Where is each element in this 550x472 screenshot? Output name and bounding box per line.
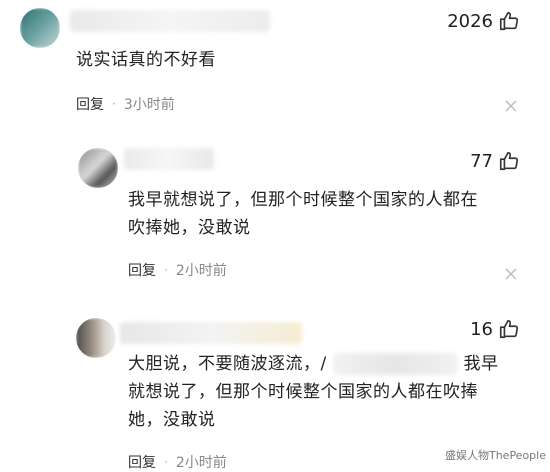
comment-text: 说实话真的不好看 xyxy=(76,46,216,74)
comment-3: 16 大胆说，不要随波逐流，/ 我早 就想说了，但那个时候整个国家的人都在吹捧 … xyxy=(0,310,550,471)
thumbs-up-icon[interactable] xyxy=(498,318,520,340)
timestamp: 2小时前 xyxy=(175,263,227,279)
comment-1: 2026 说实话真的不好看 回复 · 3小时前 xyxy=(0,0,550,125)
timestamp: 2小时前 xyxy=(175,455,227,471)
comment-meta: 回复 · 2小时前 xyxy=(128,260,227,280)
comment-text-line: 说实话真的不好看 xyxy=(76,50,216,70)
comment-text: 我早就想说了，但那个时候整个国家的人都在 吹捧她，没敢说 xyxy=(128,186,478,242)
username-redacted xyxy=(70,10,270,32)
avatar[interactable] xyxy=(76,318,116,358)
separator-dot: · xyxy=(112,97,116,111)
like-count[interactable]: 16 xyxy=(470,318,520,340)
watermark: 盛娱人物ThePeople xyxy=(444,449,546,462)
reply-button[interactable]: 回复 xyxy=(128,260,156,280)
username-redacted xyxy=(120,322,302,344)
like-count[interactable]: 77 xyxy=(470,150,520,172)
reply-button[interactable]: 回复 xyxy=(128,452,156,472)
comment-text-line: 大胆说，不要随波逐流，/ 我早 xyxy=(128,353,499,375)
comment-text-line: 她，没敢说 xyxy=(128,410,216,430)
like-count-value: 2026 xyxy=(447,10,493,32)
close-icon[interactable] xyxy=(504,98,518,112)
close-icon[interactable] xyxy=(504,266,518,280)
reply-button[interactable]: 回复 xyxy=(76,94,104,114)
comment-meta: 回复 · 2小时前 xyxy=(128,452,227,472)
comment-text: 大胆说，不要随波逐流，/ 我早 就想说了，但那个时候整个国家的人都在吹捧 她，没… xyxy=(128,350,528,434)
comment-meta: 回复 · 3小时前 xyxy=(76,94,175,114)
like-count[interactable]: 2026 xyxy=(447,10,520,32)
comment-text-line: 就想说了，但那个时候整个国家的人都在吹捧 xyxy=(128,382,478,402)
thumbs-up-icon[interactable] xyxy=(498,150,520,172)
comment-2: 77 我早就想说了，但那个时候整个国家的人都在 吹捧她，没敢说 回复 · 2小时… xyxy=(0,140,550,290)
separator-dot: · xyxy=(164,263,168,277)
comment-text-line: 吹捧她，没敢说 xyxy=(128,218,251,238)
comment-text-fragment: 我早 xyxy=(463,354,499,374)
redacted-text xyxy=(332,353,458,375)
username-redacted xyxy=(124,148,214,170)
timestamp: 3小时前 xyxy=(123,97,175,113)
like-count-value: 16 xyxy=(470,318,493,340)
comment-text-line: 我早就想说了，但那个时候整个国家的人都在 xyxy=(128,190,478,210)
like-count-value: 77 xyxy=(470,150,493,172)
avatar[interactable] xyxy=(20,8,60,48)
thumbs-up-icon[interactable] xyxy=(498,10,520,32)
avatar[interactable] xyxy=(78,148,118,188)
